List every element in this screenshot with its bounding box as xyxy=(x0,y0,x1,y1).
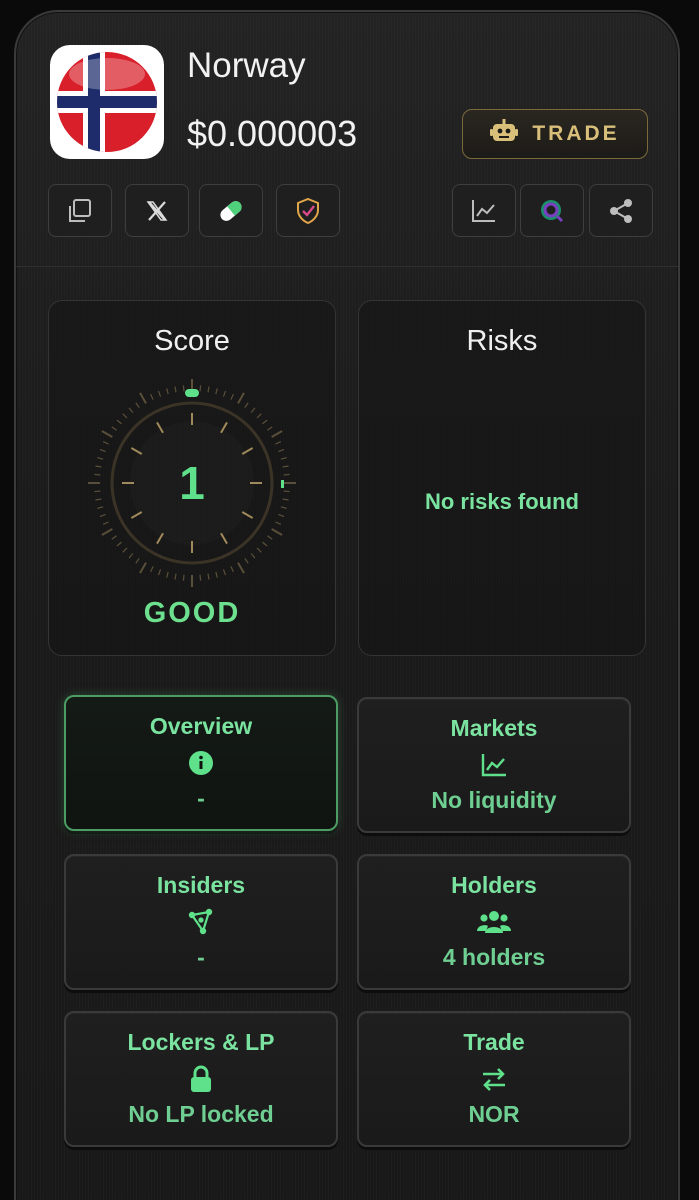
chart-button[interactable] xyxy=(452,184,516,237)
users-icon xyxy=(477,911,511,933)
shield-check-icon xyxy=(297,197,319,224)
network-icon xyxy=(188,908,213,935)
score-value: 1 xyxy=(179,457,205,509)
tile-label: Insiders xyxy=(156,872,246,898)
tile-label: Lockers & LP xyxy=(127,1029,275,1055)
tile-value: No LP locked xyxy=(128,1101,274,1127)
lock-icon xyxy=(191,1065,211,1092)
score-gauge: 1 xyxy=(85,376,299,590)
token-price: $0.000003 xyxy=(187,113,358,154)
pill-icon xyxy=(220,200,242,221)
tile-markets[interactable]: Markets No liquidity xyxy=(357,697,631,833)
header-divider xyxy=(16,266,678,267)
score-title: Score xyxy=(154,325,230,357)
risks-title: Risks xyxy=(466,325,538,357)
chart-icon xyxy=(472,199,495,222)
swap-icon xyxy=(483,1068,505,1091)
x-logo-icon xyxy=(146,200,168,221)
tile-overview[interactable]: Overview - xyxy=(64,695,338,831)
tile-trade[interactable]: Trade NOR xyxy=(357,1011,631,1147)
robot-icon xyxy=(490,119,519,149)
tile-insiders[interactable]: Insiders - xyxy=(64,854,338,990)
tile-value: No liquidity xyxy=(431,787,557,813)
tile-label: Holders xyxy=(451,872,537,898)
tile-label: Markets xyxy=(450,715,538,741)
tile-holders[interactable]: Holders 4 holders xyxy=(357,854,631,990)
trade-button[interactable]: TRADE xyxy=(462,109,648,159)
risks-message: No risks found xyxy=(424,489,579,514)
norway-flag-icon xyxy=(57,52,157,152)
tile-value: - xyxy=(197,785,205,811)
pill-button[interactable] xyxy=(199,184,263,237)
token-card: Norway $0.000003 TRADE Score 1 GOOD Risk… xyxy=(14,10,680,1200)
tile-value: - xyxy=(197,944,205,970)
score-rating: GOOD xyxy=(143,597,241,629)
score-panel: Score 1 GOOD xyxy=(48,300,336,656)
tile-label: Trade xyxy=(463,1029,525,1055)
tile-value: 4 holders xyxy=(442,944,546,970)
token-name: Norway xyxy=(187,46,306,85)
x-button[interactable] xyxy=(125,184,189,237)
chart-line-icon xyxy=(481,754,506,777)
trade-label: TRADE xyxy=(532,122,620,145)
tile-value: NOR xyxy=(468,1101,520,1127)
info-icon xyxy=(189,751,213,775)
audit-button[interactable] xyxy=(276,184,340,237)
token-avatar xyxy=(50,45,164,159)
risks-panel: Risks No risks found xyxy=(358,300,646,656)
share-button[interactable] xyxy=(589,184,653,237)
share-icon xyxy=(610,198,632,223)
copy-button[interactable] xyxy=(48,184,112,237)
copy-icon xyxy=(69,198,91,222)
tile-label: Overview xyxy=(149,713,253,739)
magnify-icon xyxy=(541,199,564,222)
search-button[interactable] xyxy=(520,184,584,237)
tile-lockers-lp[interactable]: Lockers & LP No LP locked xyxy=(64,1011,338,1147)
